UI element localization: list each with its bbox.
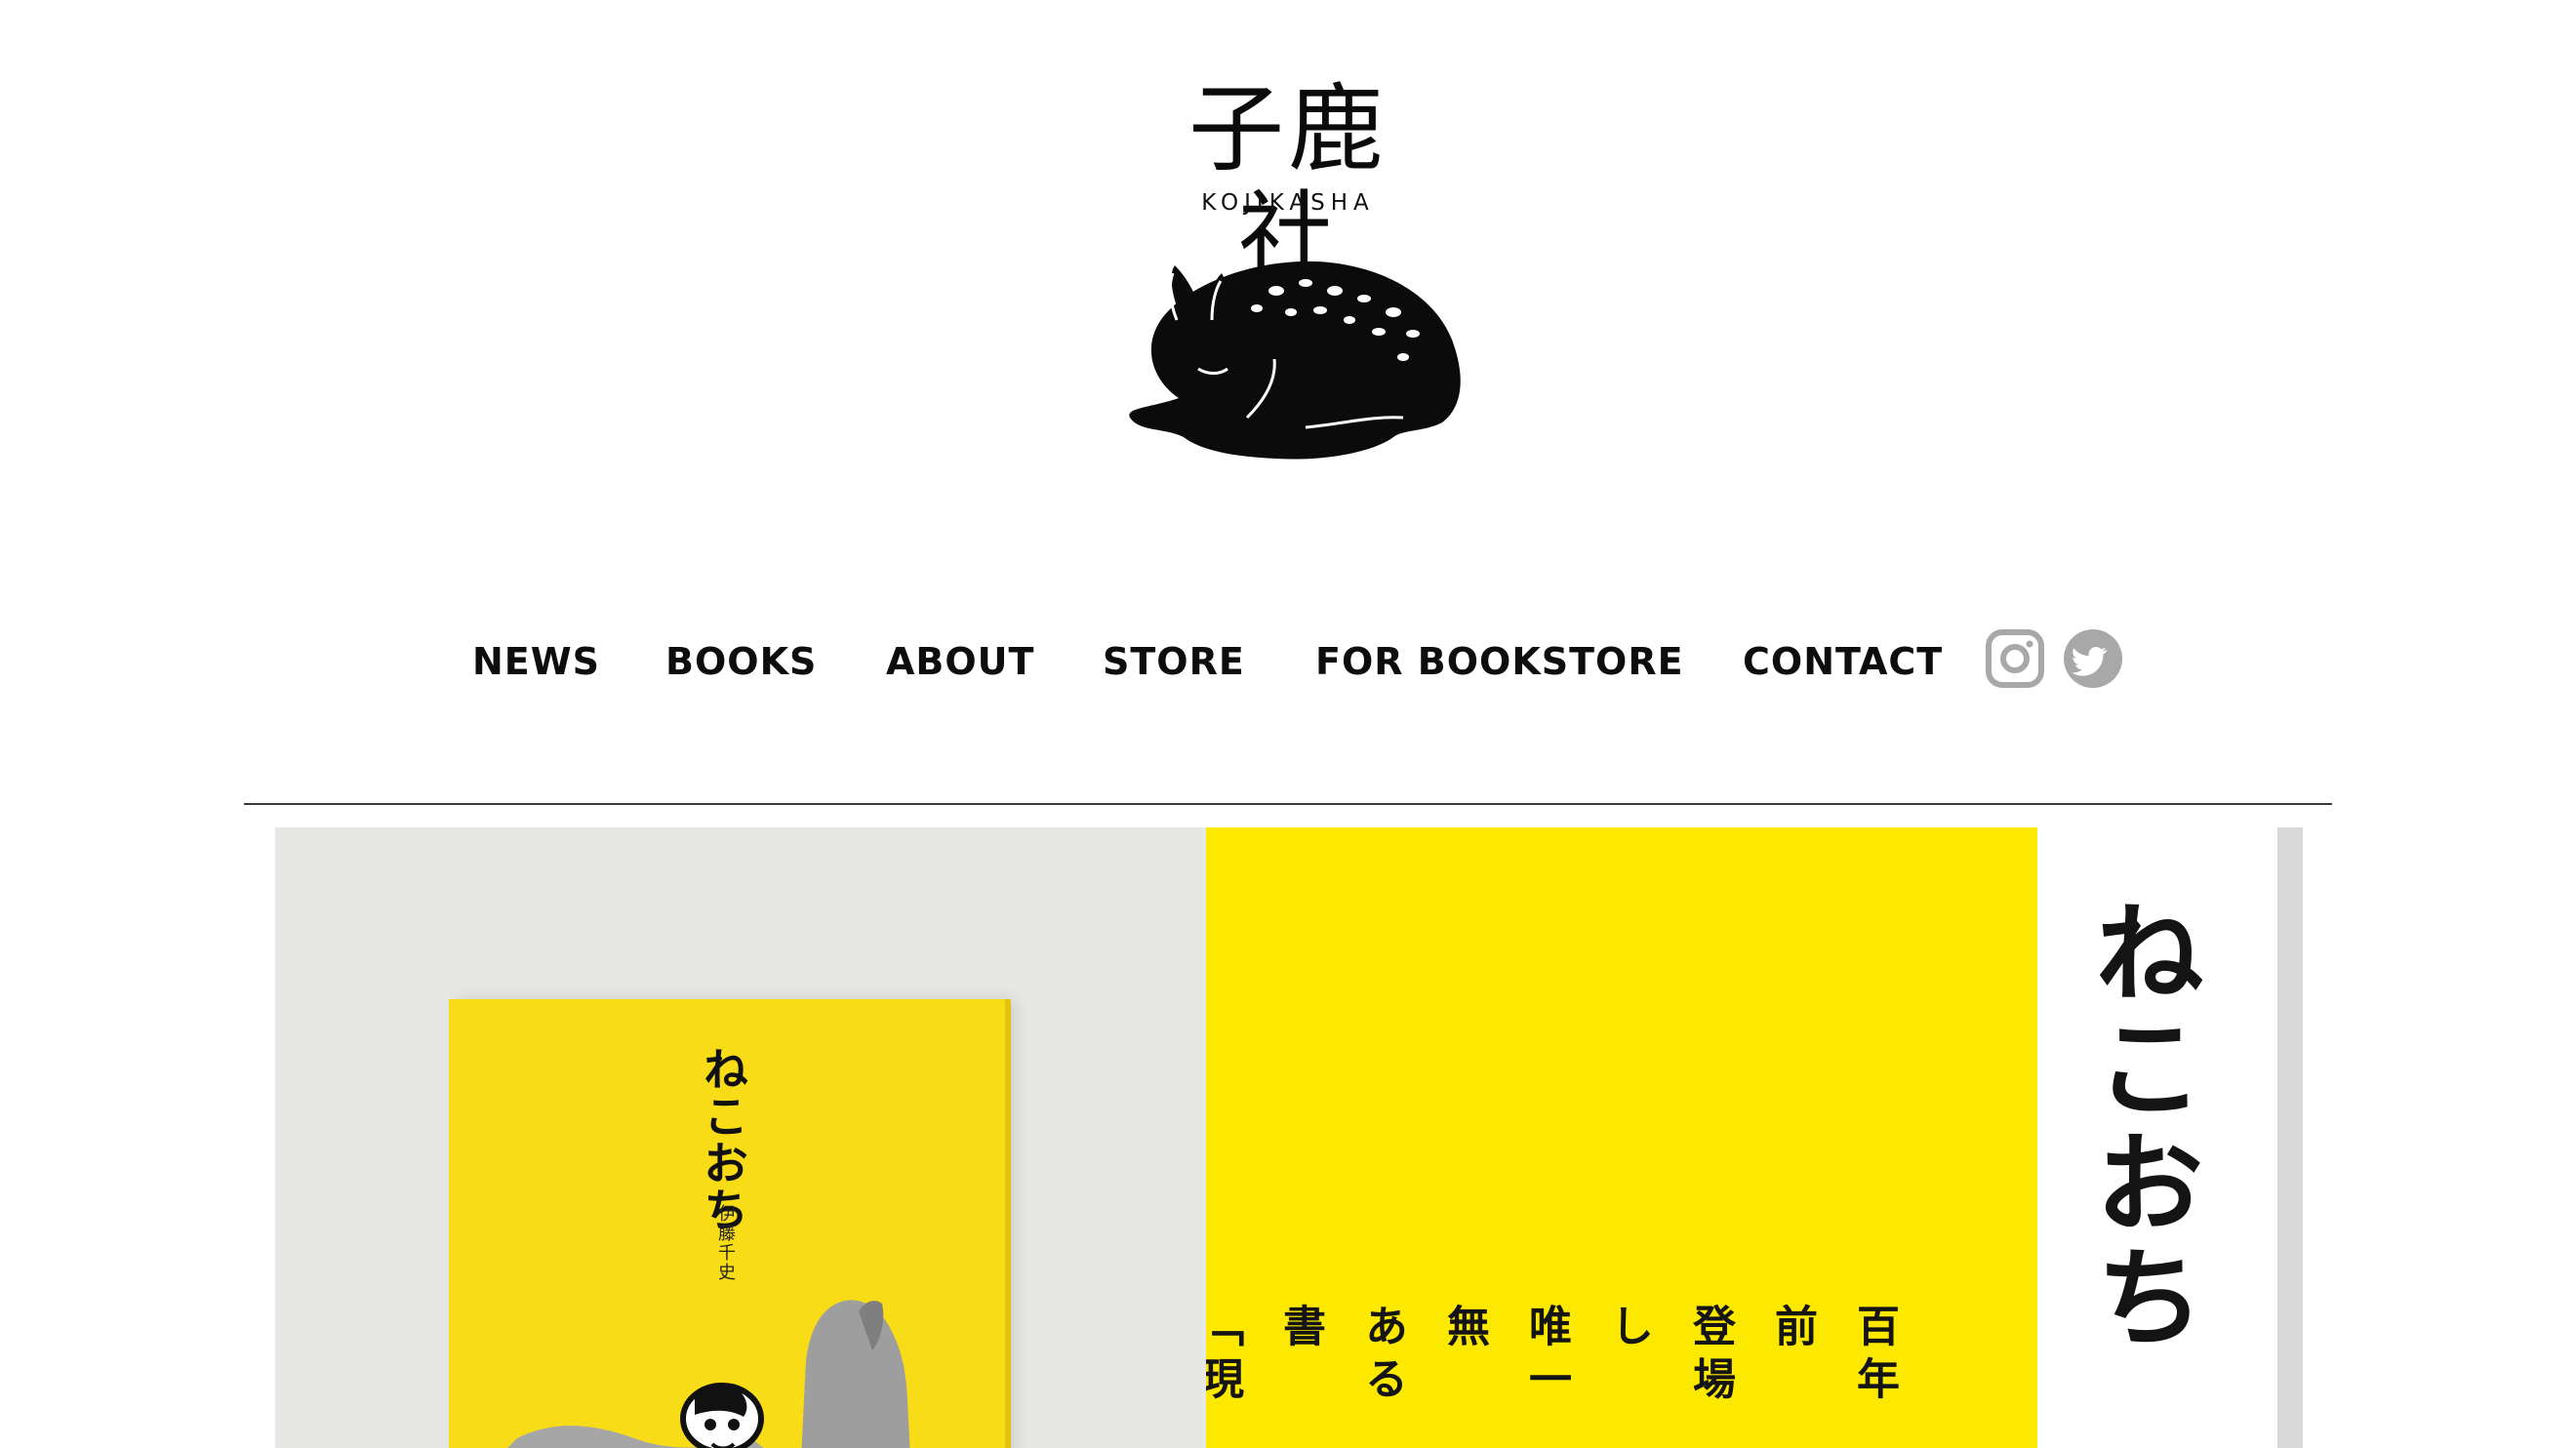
hero-description: 百年前 登場し 唯一無 ある書 「現代の 言われ まさに	[1206, 1304, 1899, 1409]
main-nav: NEWS BOOKS ABOUT STORE FOR BOOKSTORE CON…	[0, 632, 2576, 691]
nav-news[interactable]: NEWS	[472, 632, 600, 691]
twitter-icon[interactable]	[2063, 628, 2123, 689]
nav-store[interactable]: STORE	[1103, 632, 1245, 691]
hero-book-photo[interactable]: ねこおち 伊藤千史	[275, 827, 1206, 1448]
page: 子鹿社 KOJIKASHA NEWS BOOKS ABOUT STORE FOR…	[0, 0, 2576, 1448]
cat-illustration-icon	[507, 1300, 910, 1448]
nav-for-bookstore[interactable]: FOR BOOKSTORE	[1315, 632, 1684, 691]
instagram-icon[interactable]	[1985, 628, 2045, 689]
book-cover: ねこおち 伊藤千史	[449, 999, 1005, 1448]
hero-yellow-panel[interactable]: 百年前 登場し 唯一無 ある書 「現代の 言われ まさに	[1206, 827, 2037, 1448]
sleeping-fawn-icon[interactable]	[1110, 252, 1471, 466]
hero-side-title: ねこおち	[2076, 896, 2203, 1356]
nav-about[interactable]: ABOUT	[886, 632, 1034, 691]
site-logo-subtitle[interactable]: KOJIKASHA	[1151, 190, 1425, 216]
hero-side-panel: ねこおち	[2037, 827, 2277, 1448]
header-divider	[244, 803, 2332, 805]
nav-contact[interactable]: CONTACT	[1743, 632, 1943, 691]
nav-books[interactable]: BOOKS	[665, 632, 817, 691]
carousel-scroll-indicator[interactable]	[2277, 827, 2303, 1448]
